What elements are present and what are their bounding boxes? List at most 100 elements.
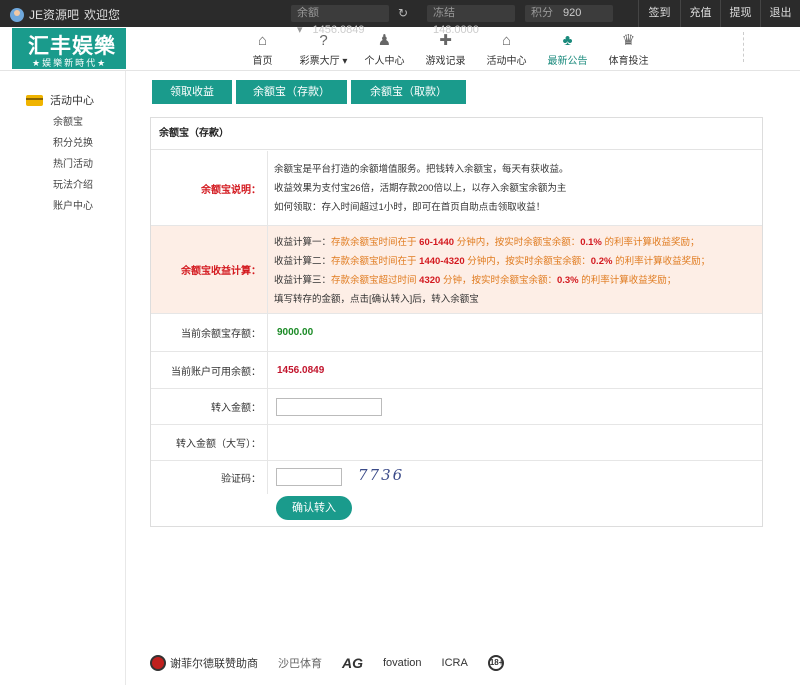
sidebar-item-points-exchange[interactable]: 积分兑换 xyxy=(53,133,93,154)
calc-text: 存款余额宝时间在于 xyxy=(331,256,417,267)
calc-text: 分钟内，按实时余额宝余额： xyxy=(456,237,581,248)
points-display: 积分 920 xyxy=(525,5,613,22)
nav-profile-label: 个人中心 xyxy=(364,56,405,67)
description-line: 如何领取：存入时间超过1小时，即可在首页自助点击领取收益！ xyxy=(274,202,546,213)
nav-activity-label: 活动中心 xyxy=(486,56,527,67)
panel-title: 余额宝（存款） xyxy=(151,118,762,150)
captcha-input[interactable] xyxy=(276,468,342,486)
description-label: 余额宝说明： xyxy=(201,184,261,196)
logo-subtitle: ★娱樂新時代★ xyxy=(32,58,108,68)
captcha-label: 验证码： xyxy=(221,474,261,485)
sidebar-item-account[interactable]: 账户中心 xyxy=(53,196,93,217)
nav-sports-label: 体育投注 xyxy=(608,56,649,67)
sidebar-item-hot-activities[interactable]: 热门活动 xyxy=(53,154,93,175)
trophy-icon: ♛ xyxy=(621,32,636,49)
withdraw-link[interactable]: 提现 xyxy=(720,0,760,27)
nav-announcements-label: 最新公告 xyxy=(547,56,588,67)
sidebar-item-yuebao[interactable]: 余额宝 xyxy=(53,112,93,133)
cards-icon: ♣ xyxy=(562,32,573,49)
amount-input[interactable] xyxy=(276,398,382,416)
logout-link[interactable]: 退出 xyxy=(760,0,800,27)
signin-link[interactable]: 签到 xyxy=(638,0,680,27)
lottery-icon: ? xyxy=(319,32,328,49)
description-line: 收益效果为支付宝26倍，活期存款200倍以上，以存入余额宝余额为主 xyxy=(274,183,567,194)
tab-withdraw[interactable]: 余额宝（取款） xyxy=(351,80,466,104)
nav-lottery-label: 彩票大厅 ▾ xyxy=(299,56,348,67)
balance-display[interactable]: 余额 ▾ 1456.0849 xyxy=(291,5,389,36)
calc-line: 收益计算二：存款余额宝时间在于 1440-4320 分钟内，按实时余额宝余额：0… xyxy=(274,252,747,271)
available-balance-content: 1456.0849 xyxy=(267,352,747,388)
captcha-row: 验证码： 7736 xyxy=(151,461,762,494)
calc-rate: 0.2% xyxy=(590,256,613,267)
gamepad-icon: ✚ xyxy=(439,32,452,49)
calculation-label: 余额宝收益计算： xyxy=(181,266,261,277)
shaba-logo: 沙巴体育 xyxy=(278,655,322,671)
fovation-logo: fovation xyxy=(383,657,422,669)
calc-text: 的利率计算收益奖励； xyxy=(581,275,677,286)
calc-text: 的利率计算收益奖励； xyxy=(604,237,700,248)
nav-lottery[interactable]: ? 彩票大厅 ▾ xyxy=(293,30,354,68)
sidebar: 活动中心 余额宝 积分兑换 热门活动 玩法介绍 账户中心 xyxy=(0,71,126,685)
confirm-deposit-button[interactable]: 确认转入 xyxy=(276,496,352,520)
available-balance-row: 当前账户可用余额： 1456.0849 xyxy=(151,352,762,389)
sheffield-badge-icon xyxy=(150,655,166,671)
current-balance-label: 当前余额宝存额： xyxy=(181,329,261,340)
amount-upper-label: 转入金额（大写）： xyxy=(176,439,261,450)
user-icon: ♟ xyxy=(377,32,392,49)
icra-logo: ICRA xyxy=(442,657,468,669)
nav-home-label: 首页 xyxy=(252,56,273,67)
sidebar-title: 活动中心 xyxy=(50,95,94,107)
refresh-icon[interactable]: ↻ xyxy=(398,6,408,20)
nav-home[interactable]: ⌂ 首页 xyxy=(232,30,293,68)
amount-upper-content xyxy=(267,425,747,460)
current-balance-value: 9000.00 xyxy=(277,327,314,338)
nav-game-records-label: 游戏记录 xyxy=(425,56,466,67)
available-balance-value: 1456.0849 xyxy=(277,365,325,376)
top-bar: JE资源吧 欢迎您 余额 ▾ 1456.0849 ↻ 冻结148.0000 积分 9… xyxy=(0,0,800,36)
gift-icon: ⌂ xyxy=(501,32,512,49)
calc-range: 1440-4320 xyxy=(419,256,465,267)
nav-profile[interactable]: ♟ 个人中心 xyxy=(354,30,415,68)
card-icon xyxy=(26,94,43,106)
sheffield-sponsor: 谢菲尔德联赞助商 xyxy=(150,655,258,671)
calc-text: 分钟，按实时余额宝余额： xyxy=(442,275,557,286)
nav-sports[interactable]: ♛ 体育投注 xyxy=(598,30,659,68)
tab-claim-earnings[interactable]: 领取收益 xyxy=(152,80,232,104)
sidebar-header: 活动中心 xyxy=(26,92,94,108)
nav-game-records[interactable]: ✚ 游戏记录 xyxy=(415,30,476,68)
calc-rate: 0.3% xyxy=(556,275,579,286)
current-balance-content: 9000.00 xyxy=(267,314,747,351)
sidebar-item-gameplay[interactable]: 玩法介绍 xyxy=(53,175,93,196)
deposit-link[interactable]: 充值 xyxy=(680,0,720,27)
site-logo[interactable]: 汇丰娱樂 ★娱樂新時代★ xyxy=(12,28,126,69)
captcha-image[interactable]: 7736 xyxy=(358,466,404,484)
frozen-display: 冻结148.0000 xyxy=(427,5,515,36)
calc-text: 存款余额宝时间在于 xyxy=(331,237,417,248)
amount-label: 转入金额： xyxy=(211,403,261,414)
tab-deposit[interactable]: 余额宝（存款） xyxy=(236,80,347,104)
description-content: 余额宝是平台打造的余额增值服务。把钱转入余额宝，每天有获收益。 收益效果为支付宝… xyxy=(267,151,747,225)
fovation-logo-text: fovation xyxy=(383,657,422,669)
home-icon: ⌂ xyxy=(257,32,268,49)
ag-logo-text: AG xyxy=(342,655,363,671)
top-links: 签到 充值 提现 退出 xyxy=(638,0,800,27)
age-18-logo: 18+ xyxy=(487,655,504,671)
calc-text: 的利率计算收益奖励； xyxy=(615,256,711,267)
user-info: JE资源吧 欢迎您 xyxy=(10,6,120,23)
nav-announcements[interactable]: ♣ 最新公告 xyxy=(537,30,598,68)
calc-prefix: 收益计算一： xyxy=(274,237,332,248)
available-balance-label: 当前账户可用余额： xyxy=(171,366,261,378)
nav-activity[interactable]: ⌂ 活动中心 xyxy=(476,30,537,68)
current-balance-row: 当前余额宝存额： 9000.00 xyxy=(151,314,762,352)
points-value: 920 xyxy=(563,7,582,19)
captcha-content: 7736 xyxy=(267,461,747,494)
calc-rate: 0.1% xyxy=(580,237,602,248)
calc-note: 填写转存的金额，点击[确认转入]后，转入余额宝 xyxy=(274,294,479,305)
calc-prefix: 收益计算三： xyxy=(274,275,332,286)
sponsor-text: 谢菲尔德联赞助商 xyxy=(170,658,258,670)
amount-content xyxy=(267,389,747,424)
calc-range: 4320 xyxy=(419,275,441,286)
description-row: 余额宝说明： 余额宝是平台打造的余额增值服务。把钱转入余额宝，每天有获收益。 收… xyxy=(151,151,762,226)
avatar xyxy=(10,7,24,22)
amount-upper-row: 转入金额（大写）： xyxy=(151,425,762,461)
